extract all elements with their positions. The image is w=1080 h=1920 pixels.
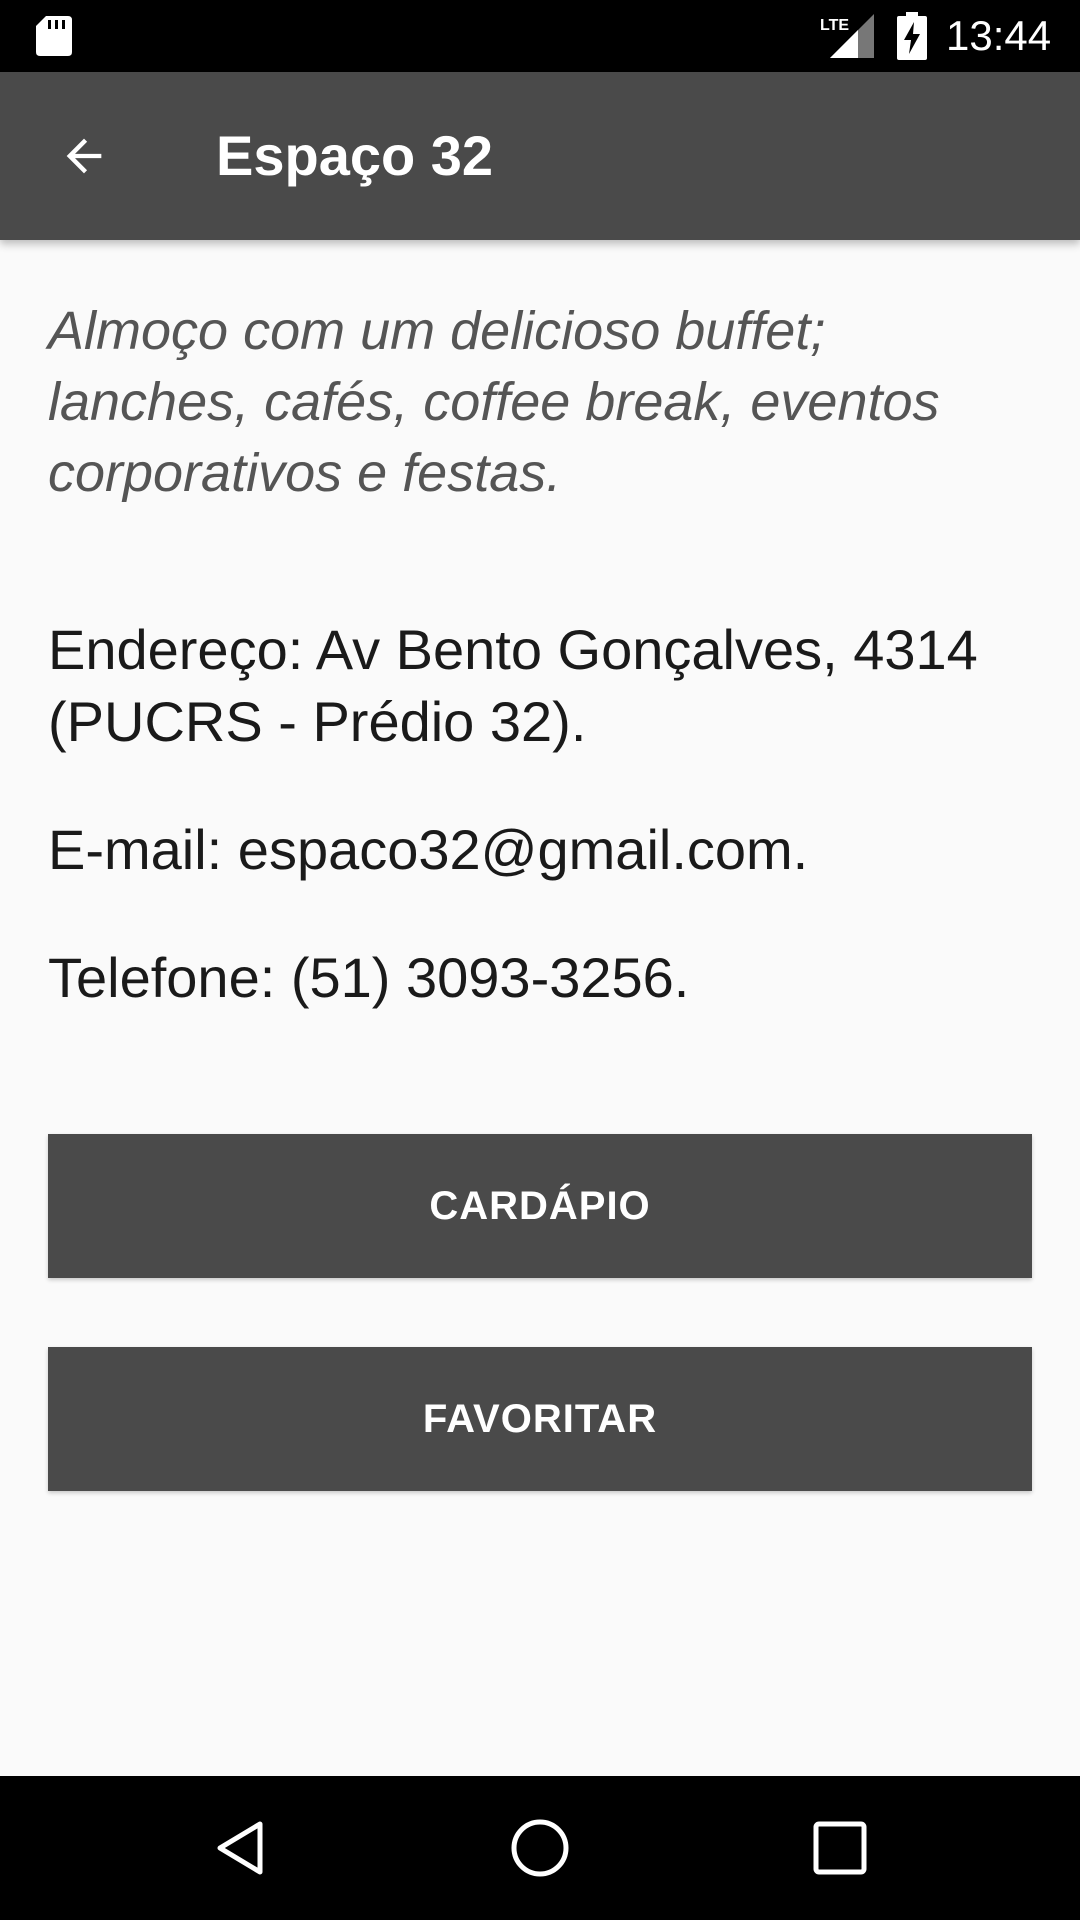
nav-back-icon	[217, 1821, 263, 1875]
phone-text: Telefone: (51) 3093-3256.	[48, 946, 690, 1009]
battery-charging-icon	[897, 12, 927, 60]
menu-button[interactable]: CARDÁPIO	[48, 1134, 1032, 1278]
email-text: E-mail: espaco32@gmail.com.	[48, 818, 809, 881]
page-title: Espaço 32	[216, 124, 494, 187]
lte-label: LTE	[820, 17, 849, 34]
navigation-bar	[0, 1776, 1080, 1920]
address-text: Endereço: Av Bento Gonçalves, 4314 (PUCR…	[48, 618, 978, 753]
lte-signal-icon: LTE	[820, 14, 874, 58]
screen: LTE 13:44 Espaço 32 Almoço com um delici…	[0, 0, 1080, 1920]
nav-back-button[interactable]	[192, 1800, 288, 1896]
sd-card-icon	[36, 16, 72, 56]
favorite-button[interactable]: FAVORITAR	[48, 1347, 1032, 1491]
description-text: Almoço com um delicioso buffet; lanches,…	[48, 301, 940, 503]
nav-home-icon	[511, 1819, 569, 1877]
nav-recents-button[interactable]	[792, 1800, 888, 1896]
nav-recents-icon	[813, 1821, 867, 1875]
app-bar: Espaço 32	[0, 72, 1080, 240]
nav-home-button[interactable]	[492, 1800, 588, 1896]
status-time: 13:44	[946, 12, 1052, 59]
back-button[interactable]	[36, 108, 132, 204]
status-bar: LTE 13:44	[0, 0, 1080, 72]
arrow-back-icon	[66, 138, 102, 174]
